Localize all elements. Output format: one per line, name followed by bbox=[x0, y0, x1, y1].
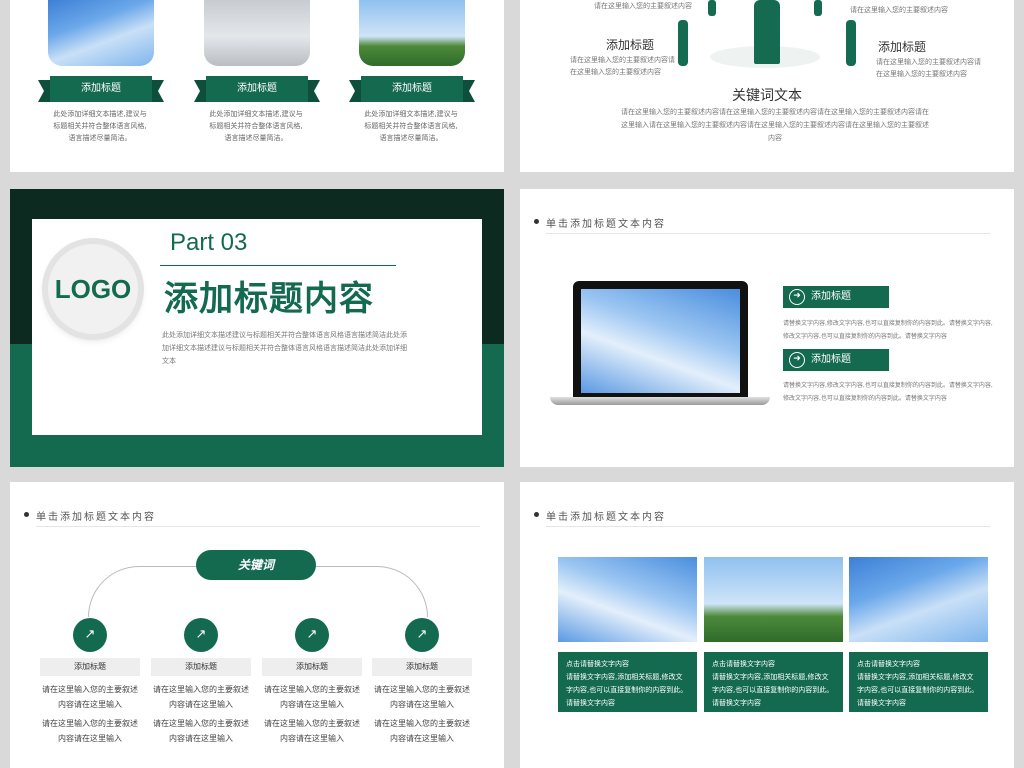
section-subtitle: 此处添加详细文本描述建议与标题相关并符合整体语言风格语言描述简洁此处添加详细文本… bbox=[162, 331, 407, 365]
caption-text: 此处添加详细文本描述,建议与标题相关并符合整体语言风格,语言描述尽量简洁。 bbox=[53, 110, 147, 142]
text-box: 点击请替换文字内容 请替换文字内容,添加相关标题,修改文字内容,也可以直接复制你… bbox=[849, 652, 988, 712]
slide-header: 单击添加标题文本内容 bbox=[24, 508, 156, 523]
keyword-text: 请在这里输入您的主要叙述内容请在这里输入您的主要叙述内容请在这里输入您的主要叙述… bbox=[621, 108, 929, 142]
ribbon-title: 添加标题 bbox=[194, 76, 320, 102]
person-silhouette-icon bbox=[708, 0, 716, 16]
text-box-body: 请替换文字内容,添加相关标题,修改文字内容,也可以直接复制你的内容到此。请替换文… bbox=[566, 673, 688, 707]
slide-header: 单击添加标题文本内容 bbox=[534, 215, 666, 230]
item-text: 请替换文字内容,修改文字内容,也可以直接复制你的内容到此。请替换文字内容,修改文… bbox=[783, 382, 993, 402]
sky-image bbox=[48, 0, 154, 66]
left-title: 添加标题 bbox=[606, 38, 655, 52]
section-title: 添加标题内容 bbox=[164, 279, 374, 319]
divider bbox=[546, 233, 990, 234]
column-label: 添加标题 bbox=[151, 658, 251, 676]
column-text: 请在这里输入您的主要叙述内容请在这里输入 bbox=[42, 719, 138, 743]
top-left-text: 请在这里输入您的主要叙述内容 bbox=[594, 2, 692, 10]
growth-chart-icon: ↗ bbox=[295, 618, 329, 652]
arrow-right-icon: ➜ bbox=[789, 352, 805, 368]
right-title: 添加标题 bbox=[878, 40, 927, 54]
text-box-title: 点击请替换文字内容 bbox=[566, 660, 629, 668]
divider bbox=[546, 526, 990, 527]
caption-text: 此处添加详细文本描述,建议与标题相关并符合整体语言风格,语言描述尽量简洁。 bbox=[364, 110, 458, 142]
power-tower-image bbox=[204, 0, 310, 66]
arrow-right-icon: ➜ bbox=[789, 289, 805, 305]
item-text: 请替换文字内容,修改文字内容,也可以直接复制你的内容到此。请替换文字内容,修改文… bbox=[783, 320, 993, 340]
slide-header: 单击添加标题文本内容 bbox=[534, 508, 666, 523]
column-text: 请在这里输入您的主要叙述内容请在这里输入 bbox=[264, 685, 360, 709]
title-tag-label: 添加标题 bbox=[811, 291, 851, 302]
person-silhouette-icon bbox=[754, 0, 780, 64]
slide-thumbnail-2[interactable]: 请在这里输入您的主要叙述内容 请在这里输入您的主要叙述内容 添加标题 请在这里输… bbox=[520, 0, 1014, 172]
ribbon-title: 添加标题 bbox=[38, 76, 164, 102]
slide-thumbnail-4[interactable]: 单击添加标题文本内容 ➜ 添加标题 请替换文字内容,修改文字内容,也可以直接复制… bbox=[520, 189, 1014, 467]
slide-thumbnail-6[interactable]: 单击添加标题文本内容 点击请替换文字内容 请替换文字内容,添加相关标题,修改文字… bbox=[520, 482, 1014, 768]
keyword-pill: 关键词 bbox=[196, 550, 316, 580]
trees-image bbox=[704, 557, 843, 642]
growth-chart-icon: ↗ bbox=[184, 618, 218, 652]
caption-text: 此处添加详细文本描述,建议与标题相关并符合整体语言风格,语言描述尽量简洁。 bbox=[209, 110, 303, 142]
column-text: 请在这里输入您的主要叙述内容请在这里输入 bbox=[374, 719, 470, 743]
column-label: 添加标题 bbox=[372, 658, 472, 676]
column-text: 请在这里输入您的主要叙述内容请在这里输入 bbox=[264, 719, 360, 743]
sky-image bbox=[849, 557, 988, 642]
logo-badge: LOGO bbox=[48, 244, 138, 334]
text-box: 点击请替换文字内容 请替换文字内容,添加相关标题,修改文字内容,也可以直接复制你… bbox=[558, 652, 697, 712]
left-text: 请在这里输入您的主要叙述内容请在这里输入您的主要叙述内容 bbox=[570, 56, 675, 76]
right-text: 请在这里输入您的主要叙述内容请在这里输入您的主要叙述内容 bbox=[876, 58, 981, 78]
text-box-body: 请替换文字内容,添加相关标题,修改文字内容,也可以直接复制你的内容到此。请替换文… bbox=[857, 673, 979, 707]
trees-image bbox=[359, 0, 465, 66]
column-label: 添加标题 bbox=[262, 658, 362, 676]
column-text: 请在这里输入您的主要叙述内容请在这里输入 bbox=[153, 719, 249, 743]
laptop-icon bbox=[573, 281, 748, 397]
person-silhouette-icon bbox=[814, 0, 822, 16]
slide-thumbnail-5[interactable]: 单击添加标题文本内容 关键词 ↗ ↗ ↗ ↗ 添加标题 添加标题 添加标题 添加… bbox=[10, 482, 504, 768]
top-right-text: 请在这里输入您的主要叙述内容 bbox=[850, 6, 948, 14]
text-box-body: 请替换文字内容,添加相关标题,修改文字内容,也可以直接复制你的内容到此。请替换文… bbox=[712, 673, 834, 707]
title-tag: ➜ 添加标题 bbox=[783, 349, 889, 371]
keyword-title: 关键词文本 bbox=[732, 88, 802, 104]
ribbon-title: 添加标题 bbox=[349, 76, 475, 102]
title-tag: ➜ 添加标题 bbox=[783, 286, 889, 308]
column-label: 添加标题 bbox=[40, 658, 140, 676]
divider bbox=[36, 526, 480, 527]
slide-thumbnail-1[interactable]: 添加标题 添加标题 添加标题 此处添加详细文本描述,建议与标题相关并符合整体语言… bbox=[10, 0, 504, 172]
text-box-title: 点击请替换文字内容 bbox=[857, 660, 920, 668]
laptop-base bbox=[550, 397, 770, 405]
column-text: 请在这里输入您的主要叙述内容请在这里输入 bbox=[42, 685, 138, 709]
slide-thumbnail-3[interactable]: LOGO Part 03 添加标题内容 此处添加详细文本描述建议与标题相关并符合… bbox=[10, 189, 504, 467]
person-silhouette-icon bbox=[846, 20, 856, 66]
growth-chart-icon: ↗ bbox=[73, 618, 107, 652]
text-box: 点击请替换文字内容 请替换文字内容,添加相关标题,修改文字内容,也可以直接复制你… bbox=[704, 652, 843, 712]
sky-image bbox=[558, 557, 697, 642]
title-tag-label: 添加标题 bbox=[811, 354, 851, 365]
part-number: Part 03 bbox=[170, 229, 248, 256]
divider bbox=[160, 265, 396, 266]
text-box-title: 点击请替换文字内容 bbox=[712, 660, 775, 668]
growth-chart-icon: ↗ bbox=[405, 618, 439, 652]
laptop-screen-image bbox=[581, 289, 740, 393]
column-text: 请在这里输入您的主要叙述内容请在这里输入 bbox=[153, 685, 249, 709]
column-text: 请在这里输入您的主要叙述内容请在这里输入 bbox=[374, 685, 470, 709]
